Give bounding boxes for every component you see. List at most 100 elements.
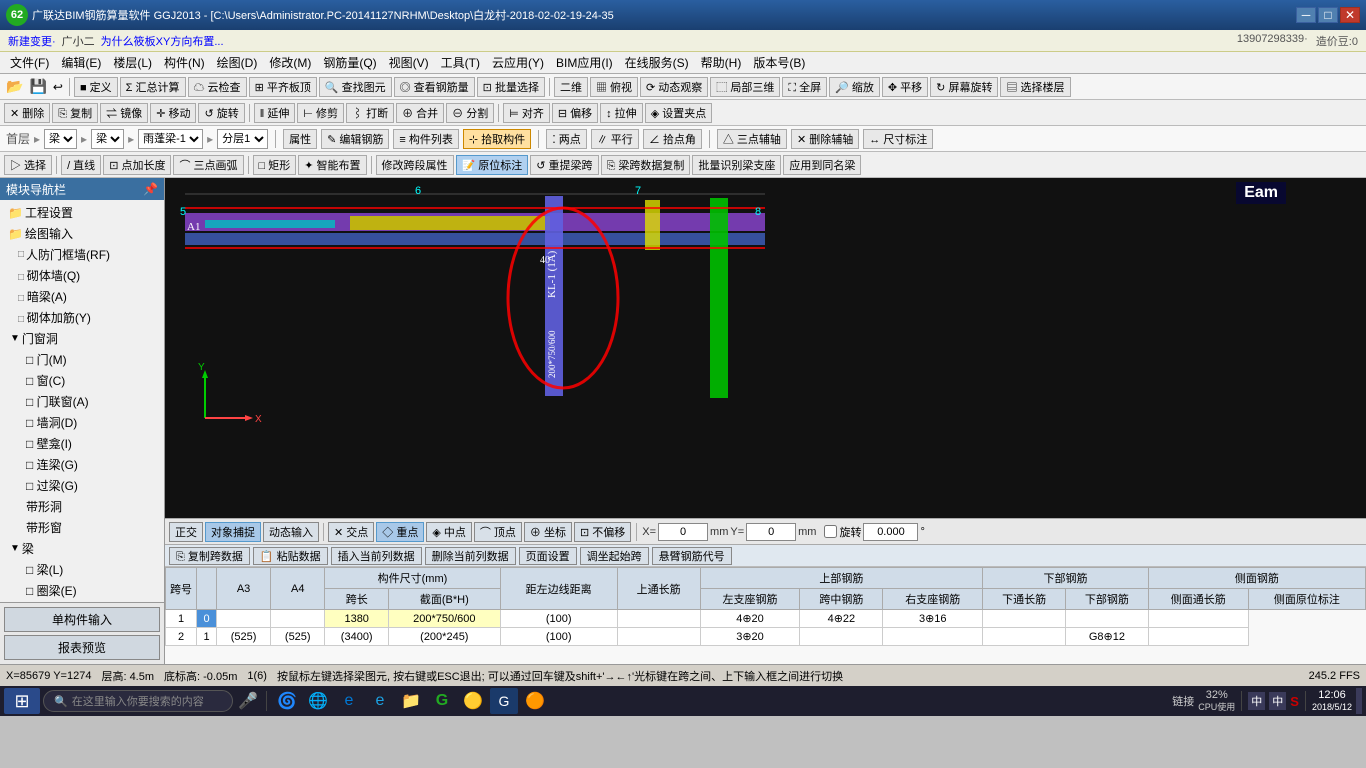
point-len-button[interactable]: ⊡ 点加长度 <box>103 155 171 175</box>
parallel-button[interactable]: ∥ 平行 <box>591 129 639 149</box>
taskbar-app-orange[interactable]: 🟠 <box>521 688 549 714</box>
taskbar-app-edge2[interactable]: e <box>335 688 363 714</box>
sidebar-item-door[interactable]: □ 门(M) <box>2 349 162 370</box>
arc-button[interactable]: ⌒ 三点画弧 <box>173 155 243 175</box>
menu-view[interactable]: 视图(V) <box>383 52 435 73</box>
minimize-button[interactable]: ─ <box>1296 7 1316 23</box>
cloud-check-button[interactable]: ☁ 云检查 <box>188 77 247 97</box>
2d-button[interactable]: 二维 <box>554 77 588 97</box>
paste-span-button[interactable]: 📋 粘贴数据 <box>253 547 328 565</box>
td-section[interactable]: 200*750/600 <box>389 610 501 628</box>
modify-span-prop-button[interactable]: 修改跨段属性 <box>376 155 454 175</box>
rotate-button[interactable]: ↺ 旋转 <box>198 103 244 123</box>
pan-button[interactable]: ✥ 平移 <box>882 77 928 97</box>
select-button[interactable]: ▷ 选择 <box>4 155 52 175</box>
mirror-button[interactable]: ⇌ 镜像 <box>100 103 148 123</box>
sidebar-item-beam-group[interactable]: ▼ 梁 <box>2 538 162 559</box>
notice-info[interactable]: 为什么筱板XY方向布置... <box>101 33 224 49</box>
notice-new-change[interactable]: 新建变更· <box>8 33 56 49</box>
rotate-input[interactable] <box>863 523 918 541</box>
menu-tools[interactable]: 工具(T) <box>435 52 486 73</box>
sidebar-item-wall-hole[interactable]: □ 墙洞(D) <box>2 412 162 433</box>
taskbar-app-cortana[interactable]: 🌀 <box>273 688 301 714</box>
x-input[interactable] <box>658 523 708 541</box>
edit-rebar-button[interactable]: ✎ 编辑钢筋 <box>321 129 389 149</box>
setpoint-button[interactable]: ◈ 设置夹点 <box>645 103 713 123</box>
sidebar-item-niche[interactable]: □ 壁龛(I) <box>2 433 162 454</box>
delete-button[interactable]: ✕ 删除 <box>4 103 50 123</box>
sidebar-item-masonry-rebar[interactable]: □ 砌体加筋(Y) <box>2 307 162 328</box>
single-comp-input-button[interactable]: 单构件输入 <box>4 607 160 632</box>
layer-select[interactable]: 雨蓬梁-1 <box>138 129 203 149</box>
dynamic-input-button[interactable]: 动态输入 <box>263 522 319 542</box>
top-view-button[interactable]: ▦ 俯视 <box>590 77 638 97</box>
offset-button[interactable]: ⊟ 偏移 <box>552 103 598 123</box>
menu-online[interactable]: 在线服务(S) <box>619 52 695 73</box>
select-floor-button[interactable]: ▤ 选择楼层 <box>1000 77 1070 97</box>
menu-edit[interactable]: 编辑(E) <box>55 52 107 73</box>
batch-sel-button[interactable]: ⊡ 批量选择 <box>477 77 545 97</box>
menu-cloud[interactable]: 云应用(Y) <box>486 52 550 73</box>
undo-icon[interactable]: ↩ <box>51 80 65 94</box>
td-bot-cont[interactable]: 3⊕16 <box>883 610 983 628</box>
batch-id-support-button[interactable]: 批量识别梁支座 <box>692 155 781 175</box>
sidebar-item-project-settings[interactable]: 📁 工程设置 <box>2 202 162 223</box>
snap-endpoint-button[interactable]: ◇ 重点 <box>376 522 424 542</box>
extend-button[interactable]: ‖ 延伸 <box>254 103 296 123</box>
menu-rebar-qty[interactable]: 钢筋量(Q) <box>317 52 382 73</box>
sidebar-item-door-window-combo[interactable]: □ 门联窗(A) <box>2 391 162 412</box>
menu-floor[interactable]: 楼层(L) <box>107 52 158 73</box>
define-button[interactable]: ■ 定义 <box>74 77 118 97</box>
taskbar-app-edge1[interactable]: 🌐 <box>304 688 332 714</box>
zoom-button[interactable]: 🔎 缩放 <box>829 77 880 97</box>
taskbar-search[interactable]: 🔍 在这里输入你要搜索的内容 <box>43 690 233 712</box>
dynamic-view-button[interactable]: ⟳ 动态观察 <box>640 77 708 97</box>
copy-button[interactable]: ⎘ 复制 <box>52 103 98 123</box>
sidebar-item-beam[interactable]: □ 梁(L) <box>2 559 162 580</box>
three-point-aux-button[interactable]: △ 三点辅轴 <box>717 129 787 149</box>
td-dist[interactable]: (100) <box>500 610 617 628</box>
taskbar-app-ie[interactable]: e <box>366 688 394 714</box>
comp-list-button[interactable]: ≡ 构件列表 <box>393 129 458 149</box>
sidebar-item-strip-hole[interactable]: 带形洞 <box>2 496 162 517</box>
td-span[interactable]: 0 <box>197 610 217 628</box>
menu-bim[interactable]: BIM应用(I) <box>550 52 619 73</box>
dim-label-button[interactable]: ↔ 尺寸标注 <box>863 129 933 149</box>
menu-version[interactable]: 版本号(B) <box>747 52 811 73</box>
td-right-support[interactable]: 4⊕22 <box>800 610 883 628</box>
sidebar-pin-icon[interactable]: 📌 <box>143 182 158 196</box>
align-button[interactable]: ⊨ 对齐 <box>503 103 550 123</box>
span-copy-button[interactable]: ⎘ 梁跨数据复制 <box>601 155 691 175</box>
sidebar-item-connecting-beam[interactable]: □ 连梁(G) <box>2 454 162 475</box>
trim-button[interactable]: ⊢ 修剪 <box>297 103 344 123</box>
sidebar-item-door-window[interactable]: ▼ 门窗洞 <box>2 328 162 349</box>
sidebar-item-draw-input[interactable]: 📁 绘图输入 <box>2 223 162 244</box>
close-button[interactable]: ✕ <box>1340 7 1360 23</box>
sidebar-item-hidden-beam[interactable]: □ 暗梁(A) <box>2 286 162 307</box>
save-icon[interactable]: 💾 <box>27 78 48 95</box>
taskbar-app-g[interactable]: G <box>428 688 456 714</box>
show-desktop-button[interactable] <box>1356 688 1362 714</box>
td-span-len2[interactable]: (3400) <box>325 628 389 646</box>
open-file-icon[interactable]: 📂 <box>4 78 25 95</box>
y-input[interactable] <box>746 523 796 541</box>
sidebar-item-lintel[interactable]: □ 过梁(G) <box>2 475 162 496</box>
menu-modify[interactable]: 修改(M) <box>263 52 317 73</box>
snap-coord-button[interactable]: ⊕ 坐标 <box>524 522 572 542</box>
sidebar-item-window[interactable]: □ 窗(C) <box>2 370 162 391</box>
start-button[interactable]: ⊞ <box>4 688 40 714</box>
td-section2[interactable]: (200*245) <box>389 628 501 646</box>
menu-file[interactable]: 文件(F) <box>4 52 55 73</box>
report-preview-button[interactable]: 报表预览 <box>4 635 160 660</box>
cantilever-code-button[interactable]: 悬臂钢筋代号 <box>652 547 732 565</box>
sidebar-item-blast-door[interactable]: □ 人防门框墙(RF) <box>2 244 162 265</box>
snap-object-button[interactable]: 对象捕捉 <box>205 522 261 542</box>
snap-intersection-button[interactable]: ✕ 交点 <box>328 522 374 542</box>
adjust-start-span-button[interactable]: 调坐起始跨 <box>580 547 649 565</box>
calc-button[interactable]: Σ 汇总计算 <box>120 77 186 97</box>
td-span2[interactable]: 1 <box>197 628 217 646</box>
td-side-cont2[interactable]: G8⊕12 <box>1066 628 1149 646</box>
re-extract-button[interactable]: ↺ 重提梁跨 <box>530 155 598 175</box>
snap-midpoint-button[interactable]: ◈ 中点 <box>426 522 472 542</box>
mic-icon[interactable]: 🎤 <box>236 691 260 711</box>
